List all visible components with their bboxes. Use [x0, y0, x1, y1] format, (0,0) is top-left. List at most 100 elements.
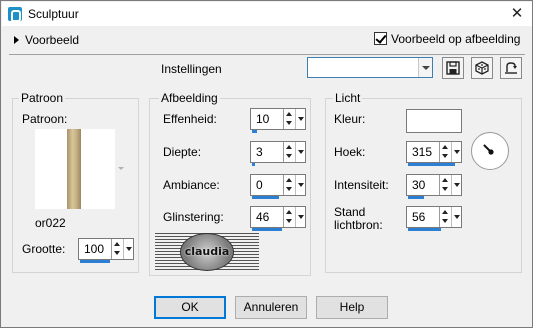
slider-flyout-icon[interactable]: [123, 239, 133, 259]
save-icon: [446, 61, 460, 75]
depth-spinner[interactable]: 3: [250, 141, 306, 166]
shine-spinner[interactable]: 46: [250, 206, 306, 231]
preview-row: Voorbeeld Voorbeeld op afbeelding: [1, 26, 532, 54]
increment-icon[interactable]: [284, 109, 295, 119]
slider-flyout-icon[interactable]: [451, 142, 461, 162]
intensity-value: 30: [412, 178, 426, 192]
intensity-level-bar: [408, 196, 424, 199]
window-title: Sculptuur: [28, 7, 79, 21]
increment-icon[interactable]: [284, 175, 295, 185]
watermark-logo: claudia: [155, 233, 259, 271]
spinner-buttons: [439, 142, 461, 162]
increment-icon[interactable]: [284, 142, 295, 152]
elevation-value: 56: [412, 210, 426, 224]
increment-icon[interactable]: [440, 207, 451, 217]
app-icon: [8, 7, 22, 22]
preview-on-image-label[interactable]: Voorbeeld op afbeelding: [391, 32, 520, 46]
pattern-preview: [67, 129, 81, 209]
smoothness-spinner[interactable]: 10: [250, 108, 306, 133]
close-icon[interactable]: ✕: [508, 5, 526, 23]
image-group-title: Afbeelding: [159, 91, 220, 105]
depth-value: 3: [256, 145, 263, 159]
depth-level-bar: [252, 163, 255, 166]
decrement-icon[interactable]: [112, 249, 123, 259]
pattern-swatch[interactable]: [35, 129, 115, 209]
decrement-icon[interactable]: [440, 185, 451, 195]
light-group-title: Licht: [333, 91, 363, 105]
sculptuur-dialog: Sculptuur ✕ Voorbeeld Voorbeeld op afbee…: [0, 0, 533, 328]
shine-level-bar: [252, 228, 282, 231]
spinner-buttons: [283, 109, 305, 129]
divider: [9, 54, 525, 55]
decrement-icon[interactable]: [440, 152, 451, 162]
slider-flyout-icon[interactable]: [295, 207, 305, 227]
spinner-buttons: [283, 175, 305, 195]
spinner-buttons: [439, 175, 461, 195]
preview-toggle-label[interactable]: Voorbeeld: [25, 33, 79, 47]
spinner-buttons: [283, 207, 305, 227]
light-color-swatch[interactable]: [406, 109, 462, 133]
settings-label: Instellingen: [161, 62, 222, 76]
randomize-icon: [475, 61, 489, 75]
pattern-label: Patroon:: [22, 112, 68, 126]
help-button[interactable]: Help: [316, 296, 388, 319]
increment-icon[interactable]: [440, 175, 451, 185]
chevron-down-icon[interactable]: [418, 58, 432, 77]
pattern-name: or022: [35, 216, 66, 230]
slider-flyout-icon[interactable]: [295, 175, 305, 195]
ambiance-spinner[interactable]: 0: [250, 174, 306, 199]
preview-on-image-checkbox[interactable]: [374, 32, 387, 45]
cancel-button[interactable]: Annuleren: [235, 296, 307, 319]
size-label: Grootte:: [22, 242, 66, 256]
increment-icon[interactable]: [284, 207, 295, 217]
ambiance-value: 0: [256, 178, 263, 192]
ok-button[interactable]: OK: [154, 296, 226, 319]
pattern-dropdown-icon[interactable]: [118, 167, 124, 170]
spinner-buttons: [111, 239, 133, 259]
randomize-button[interactable]: [471, 57, 493, 79]
angle-label: Hoek:: [334, 145, 366, 159]
pattern-group-title: Patroon: [19, 91, 66, 105]
slider-flyout-icon[interactable]: [295, 109, 305, 129]
spinner-buttons: [283, 142, 305, 162]
slider-flyout-icon[interactable]: [451, 207, 461, 227]
decrement-icon[interactable]: [284, 119, 295, 129]
angle-level-bar: [408, 163, 455, 166]
smoothness-label: Effenheid:: [163, 112, 217, 126]
size-spinner[interactable]: 100: [78, 238, 134, 263]
slider-flyout-icon[interactable]: [295, 142, 305, 162]
elevation-label-line2: lichtbron:: [334, 218, 383, 232]
decrement-icon[interactable]: [284, 217, 295, 227]
shine-label: Glinstering:: [163, 210, 224, 224]
reset-button[interactable]: [500, 57, 522, 79]
watermark-text: claudia: [184, 245, 230, 258]
intensity-spinner[interactable]: 30: [406, 174, 462, 199]
increment-icon[interactable]: [112, 239, 123, 249]
elevation-level-bar: [408, 228, 441, 231]
save-preset-button[interactable]: [442, 57, 464, 79]
ambiance-level-bar: [252, 196, 279, 199]
increment-icon[interactable]: [440, 142, 451, 152]
angle-value: 315: [412, 145, 433, 159]
size-value: 100: [84, 242, 105, 256]
smoothness-level-bar: [252, 130, 257, 133]
shine-value: 46: [256, 210, 270, 224]
size-level-bar: [80, 260, 110, 263]
title-bar: Sculptuur ✕: [2, 2, 532, 26]
intensity-label: Intensiteit:: [334, 178, 389, 192]
smoothness-value: 10: [256, 112, 270, 126]
angle-spinner[interactable]: 315: [406, 141, 462, 166]
slider-flyout-icon[interactable]: [451, 175, 461, 195]
preset-select[interactable]: [307, 57, 433, 78]
depth-label: Diepte:: [163, 145, 202, 159]
elevation-spinner[interactable]: 56: [406, 206, 462, 231]
reset-icon: [505, 62, 517, 74]
decrement-icon[interactable]: [284, 152, 295, 162]
spinner-buttons: [439, 207, 461, 227]
elevation-label-line1: Stand: [334, 205, 366, 219]
angle-dial[interactable]: [471, 132, 509, 170]
decrement-icon[interactable]: [440, 217, 451, 227]
ambiance-label: Ambiance:: [163, 178, 220, 192]
expand-triangle-icon[interactable]: [14, 36, 19, 44]
decrement-icon[interactable]: [284, 185, 295, 195]
